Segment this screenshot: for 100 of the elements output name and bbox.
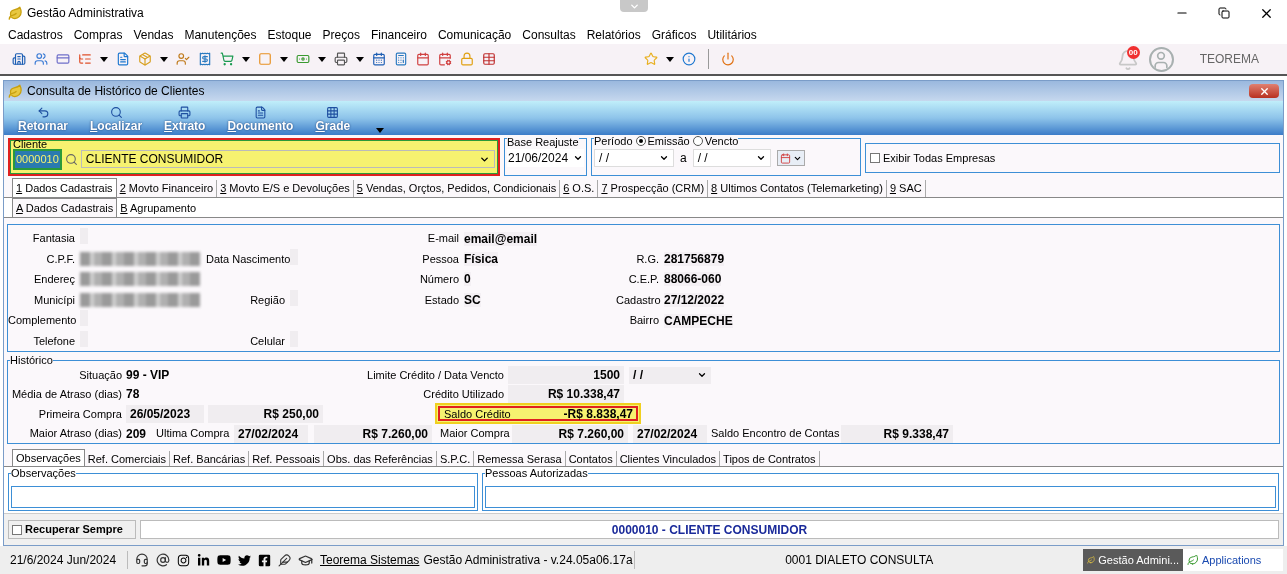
money-icon[interactable] [296, 52, 310, 66]
text-area[interactable] [485, 486, 1276, 508]
tab[interactable]: Ref. Pessoais [249, 451, 325, 466]
info-icon[interactable] [682, 52, 696, 66]
tab[interactable]: B Agrupamento [117, 200, 200, 217]
field-label: Maior Compra [439, 426, 511, 442]
group-label: Histórico [10, 354, 53, 366]
calendar-icon[interactable] [416, 52, 430, 66]
star-icon[interactable] [644, 52, 658, 66]
search-icon[interactable] [64, 152, 78, 166]
field-value: 281756879 [664, 252, 725, 266]
close-button[interactable] [1249, 84, 1279, 98]
menu-item[interactable]: Consultas [522, 26, 576, 44]
at-icon[interactable] [156, 553, 170, 567]
tab[interactable]: Obs. das Referências [324, 451, 437, 466]
tab[interactable]: Tipos de Contratos [720, 451, 820, 466]
tab[interactable]: 9 SAC [886, 180, 926, 197]
caret-icon[interactable] [376, 128, 385, 133]
tab[interactable]: 5 Vendas, Orçtos, Pedidos, Condicionais [353, 180, 561, 197]
calendar-button[interactable] [776, 150, 805, 166]
menu-item[interactable]: Utilitários [707, 26, 757, 44]
twitter-icon[interactable] [238, 553, 251, 567]
feather-icon[interactable] [278, 553, 291, 567]
list-tree-icon[interactable] [78, 52, 92, 66]
date-dropdown[interactable]: 21/06/2024 [507, 149, 584, 167]
field-value: 99 - VIP [126, 367, 171, 385]
group-label: Observações [11, 467, 76, 479]
radio-option[interactable]: Emissão [635, 135, 690, 147]
tab[interactable]: Observações [12, 449, 85, 466]
card-icon[interactable] [56, 52, 70, 66]
caret-icon[interactable] [160, 56, 168, 62]
tab[interactable]: 2 Movto Financeiro [116, 180, 218, 197]
field-value: 88066-060 [664, 272, 722, 287]
building-icon[interactable] [12, 52, 26, 66]
menu-item[interactable]: Cadastros [8, 26, 63, 44]
menu-item[interactable]: Gráficos [651, 26, 697, 44]
calendar-gear-icon[interactable] [438, 52, 452, 66]
calculator-icon[interactable] [394, 52, 408, 66]
caret-icon[interactable] [356, 56, 364, 62]
task-button[interactable]: Applications [1183, 549, 1283, 571]
client-dropdown[interactable]: CLIENTE CONSUMIDOR [80, 150, 495, 169]
bell-icon[interactable] [1116, 49, 1139, 71]
caret-icon[interactable] [280, 56, 288, 62]
menu-item[interactable]: Vendas [133, 26, 174, 44]
print-icon [178, 106, 192, 119]
tab[interactable]: 1 Dados Cadastrais [12, 178, 117, 197]
table-icon[interactable] [482, 52, 496, 66]
facebook-icon[interactable] [258, 553, 271, 567]
date-dropdown[interactable]: / / [629, 366, 711, 384]
menu-item[interactable]: Estoque [267, 26, 312, 44]
task-button[interactable]: Gestão Admini... [1083, 549, 1183, 571]
caret-icon[interactable] [100, 56, 108, 62]
receipt-icon[interactable] [198, 52, 212, 66]
graduation-cap-icon[interactable] [298, 552, 313, 568]
calendar-icon[interactable] [372, 52, 386, 66]
menu-item[interactable]: Relatórios [586, 26, 641, 44]
menu-item[interactable]: Preços [322, 26, 360, 44]
tab[interactable]: 6 O.S. [560, 180, 599, 197]
tab[interactable]: Contatos [565, 451, 617, 466]
tab[interactable]: S.P.C. [436, 451, 475, 466]
company-name: 0001 DIALETO CONSULTA [784, 552, 935, 569]
menu-item[interactable]: Financeiro [370, 26, 427, 44]
user-icon[interactable] [176, 52, 190, 66]
youtube-icon[interactable] [217, 553, 231, 567]
tab[interactable]: 3 Movto E/S e Devoluções [217, 180, 354, 197]
client-code-field[interactable]: 0000010 [13, 149, 62, 170]
field-label: Saldo Crédito [443, 406, 512, 422]
cart-icon[interactable] [220, 52, 234, 66]
tab[interactable]: Ref. Comerciais [84, 451, 171, 466]
document-icon[interactable] [116, 52, 130, 66]
tab[interactable]: A Dados Cadastrais [12, 198, 118, 217]
tab[interactable]: 7 Prospecção (CRM) [598, 180, 709, 197]
field-label: Limite Crédito / Data Vencto [366, 368, 505, 384]
users-icon[interactable] [34, 52, 48, 66]
field-label: Municípi [33, 292, 76, 308]
power-icon[interactable] [721, 52, 735, 66]
field-value: 27/12/2022 [664, 293, 725, 307]
all-companies-checkbox[interactable]: Exibir Todas Empresas [870, 149, 996, 167]
selected-client: 0000010 - CLIENTE CONSUMIDOR [140, 520, 1279, 539]
instagram-icon[interactable] [177, 553, 190, 567]
headset-icon[interactable] [135, 553, 149, 567]
caret-icon[interactable] [666, 56, 674, 62]
menu-item[interactable]: Comunicação [437, 26, 512, 44]
tab[interactable]: Remessa Serasa [474, 451, 566, 466]
text-area[interactable] [11, 486, 475, 508]
caret-icon[interactable] [318, 56, 326, 62]
caret-icon[interactable] [242, 56, 250, 62]
menu-item[interactable]: Manutenções [184, 26, 257, 44]
date-dropdown[interactable]: / / [594, 149, 674, 167]
menu-item[interactable]: Compras [73, 26, 123, 44]
tab[interactable]: Ref. Bancárias [170, 451, 250, 466]
linkedin-icon[interactable] [197, 553, 210, 567]
tab[interactable]: Clientes Vinculados [616, 451, 721, 466]
radio-option[interactable]: Vencto [692, 135, 739, 147]
date-dropdown[interactable]: / / [692, 149, 771, 167]
website-link[interactable]: Teorema Sistemas [320, 551, 420, 569]
printer-icon[interactable] [334, 52, 348, 66]
tab[interactable]: 8 Ultimos Contatos (Telemarketing) [708, 180, 887, 197]
child-window-title: Consulta de Histórico de Clientes [27, 83, 205, 100]
recover-checkbox[interactable]: Recuperar Sempre [8, 520, 136, 539]
